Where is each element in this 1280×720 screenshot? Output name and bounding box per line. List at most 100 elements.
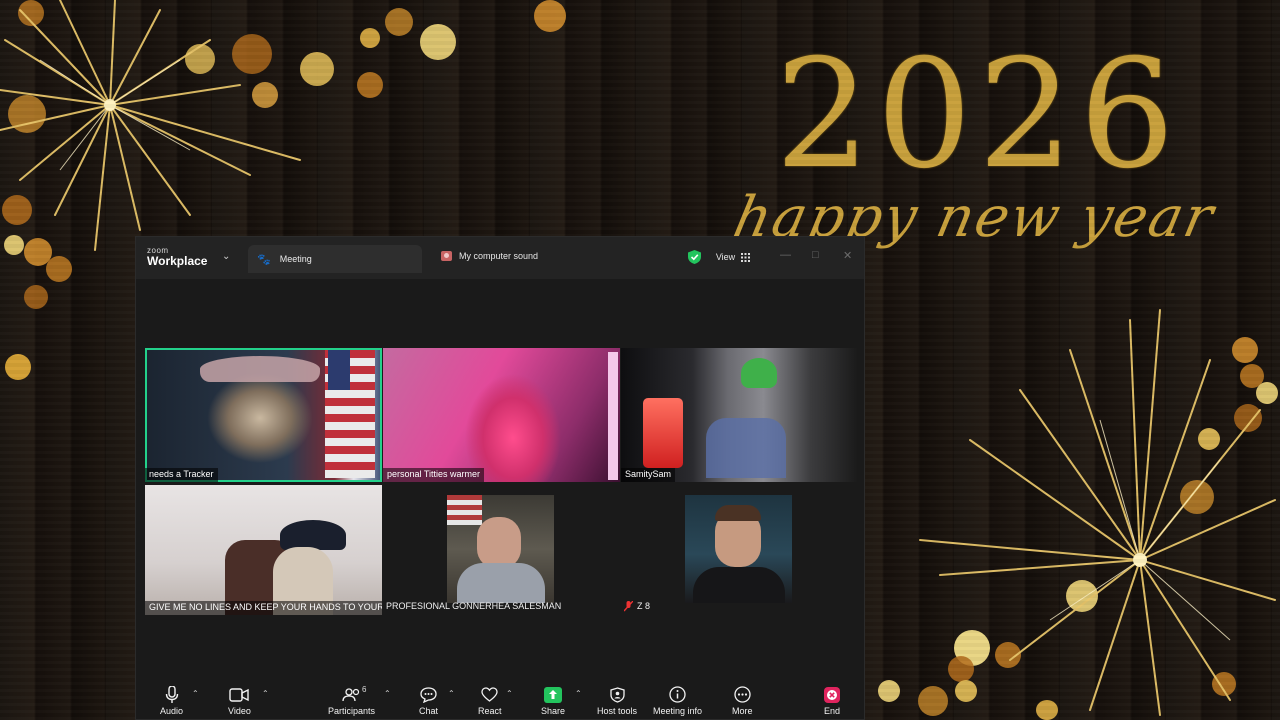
cowboy-hat [200,356,320,382]
person-face [477,517,521,569]
audio-label: Audio [160,706,184,716]
meeting-toolbar: Audio ⌃ Video ⌃ Participants 6 ⌃ Chat ⌃ [136,679,864,719]
bokeh-light [2,195,32,225]
video-tile-participant-2[interactable]: personal Titties warmer [383,348,620,482]
video-camera-icon [229,687,250,702]
participant-name: personal Titties warmer [383,468,485,482]
space-heater [643,398,683,468]
grid-icon [741,252,751,262]
muted-mic-icon [624,601,633,612]
bokeh-light [357,72,383,98]
more-icon [734,686,751,703]
bokeh-light [46,256,72,282]
paw-icon: 🐾 [257,253,271,266]
video-tile-participant-5[interactable] [447,495,554,603]
bokeh-light [878,680,900,702]
bokeh-light [955,680,977,702]
participants-button[interactable]: Participants [328,685,375,716]
share-label: Share [541,706,566,716]
bokeh-light [1180,480,1214,514]
microphone-icon [165,686,178,703]
bokeh-light [24,238,52,266]
video-tile-participant-4[interactable]: GIVE ME NO LINES AND KEEP YOUR HANDS TO … [145,485,382,615]
end-button[interactable]: End [824,685,840,716]
bokeh-light [1234,404,1262,432]
tie-dye-shirt [706,418,786,478]
participant-name: GIVE ME NO LINES AND KEEP YOUR HANDS TO … [145,601,382,615]
bokeh-light [1066,580,1098,612]
firework-burst-top-left [0,0,301,251]
participants-label: Participants [328,706,376,716]
baseball-cap [280,520,346,550]
bokeh-light [8,95,46,133]
more-button[interactable]: More [732,685,753,716]
react-label: React [478,706,502,716]
more-label: More [732,706,753,716]
end-label: End [824,706,841,716]
bokeh-light [420,24,456,60]
tab-computer-sound[interactable]: My computer sound [441,251,538,261]
participant-name: PROFESIONAL GONNERHEA SALESMAN [386,601,562,611]
chat-icon [420,686,437,703]
person-shirt [457,563,545,603]
green-party-hat [741,358,777,388]
maximize-icon[interactable]: □ [812,249,819,261]
video-button[interactable]: Video [228,685,251,716]
tab-meeting-label: Meeting [279,254,312,264]
bokeh-light [5,354,31,380]
minimize-icon[interactable]: — [780,249,791,261]
bokeh-light [534,0,566,32]
react-options-caret[interactable]: ⌃ [506,689,513,698]
tab-sound-label: My computer sound [459,251,539,261]
bokeh-light [232,34,272,74]
flag-canton [328,350,350,390]
host-tools-button[interactable]: Host tools [597,685,637,716]
participants-icon [341,687,359,701]
close-icon[interactable]: ✕ [843,249,852,262]
participant-name: needs a Tracker [145,468,218,482]
participant-name-muted: Z 8 [624,600,650,613]
zoom-workplace-logo[interactable]: zoom Workplace [147,246,207,268]
video-tile-participant-3[interactable]: SamitySam [621,348,858,482]
bokeh-light [954,630,990,666]
audio-button[interactable]: Audio [160,685,183,716]
meeting-info-label: Meeting info [653,706,703,716]
video-options-caret[interactable]: ⌃ [262,689,269,698]
participant-name: SamitySam [621,468,676,482]
tab-meeting[interactable]: 🐾 Meeting [248,245,422,273]
chat-options-caret[interactable]: ⌃ [448,689,455,698]
logo-workplace-text: Workplace [147,254,208,268]
host-tools-label: Host tools [597,706,638,716]
chevron-down-icon[interactable]: ⌄ [222,251,230,262]
firework-burst-bottom-right [919,309,1276,716]
chat-button[interactable]: Chat [419,685,438,716]
share-options-caret[interactable]: ⌃ [575,689,582,698]
react-button[interactable]: React [478,685,502,716]
audio-options-caret[interactable]: ⌃ [192,689,199,698]
bokeh-light [300,52,334,86]
participants-options-caret[interactable]: ⌃ [384,689,391,698]
security-shield-icon[interactable] [688,250,701,264]
video-label: Video [228,706,251,716]
zoom-meeting-window: zoom Workplace ⌄ 🐾 Meeting My computer s… [135,236,865,720]
bokeh-light [1212,672,1236,696]
chat-label: Chat [419,706,439,716]
bokeh-light [385,8,413,36]
bokeh-light [1232,337,1258,363]
flag-background [447,495,482,525]
view-label: View [715,252,736,262]
bokeh-light [995,642,1021,668]
video-tile-participant-1[interactable]: needs a Tracker [145,348,382,482]
video-tile-participant-7[interactable] [685,495,792,603]
bokeh-light [18,0,44,26]
light-strip [608,352,618,480]
bokeh-light [1240,364,1264,388]
wallpaper-year: 2026 [775,28,1181,202]
participants-count: 6 [362,685,367,694]
share-button[interactable]: Share [541,685,565,716]
info-icon [669,686,686,703]
heart-icon [481,687,498,702]
view-button[interactable]: View [709,246,757,268]
meeting-info-button[interactable]: Meeting info [653,685,702,716]
bokeh-light [252,82,278,108]
